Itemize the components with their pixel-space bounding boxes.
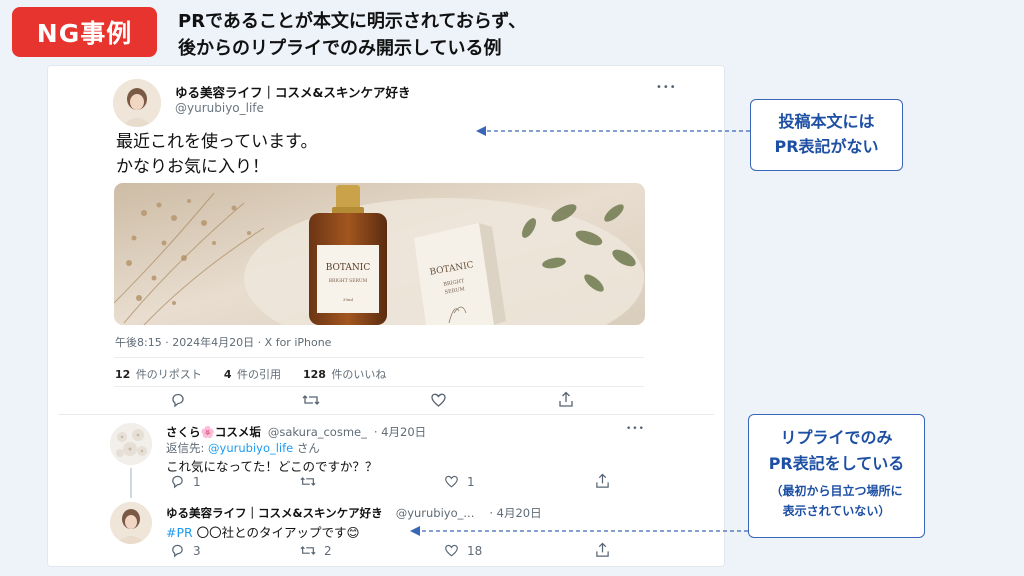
callout-bottom-line1: リプライでのみ	[780, 428, 893, 447]
callout-top-line2: PR表記がない	[774, 137, 879, 156]
callout-bottom-note2: 表示されていない）	[782, 504, 891, 518]
callout-bottom-note1: （最初から目立つ場所に	[770, 484, 903, 498]
callout-no-pr-in-body: 投稿本文には PR表記がない	[750, 99, 903, 171]
callout-bottom-line2: PR表記をしている	[768, 454, 905, 473]
callout-top-line1: 投稿本文には	[778, 112, 875, 131]
callout-pr-in-reply-only: リプライでのみ PR表記をしている （最初から目立つ場所に 表示されていない）	[748, 414, 925, 538]
